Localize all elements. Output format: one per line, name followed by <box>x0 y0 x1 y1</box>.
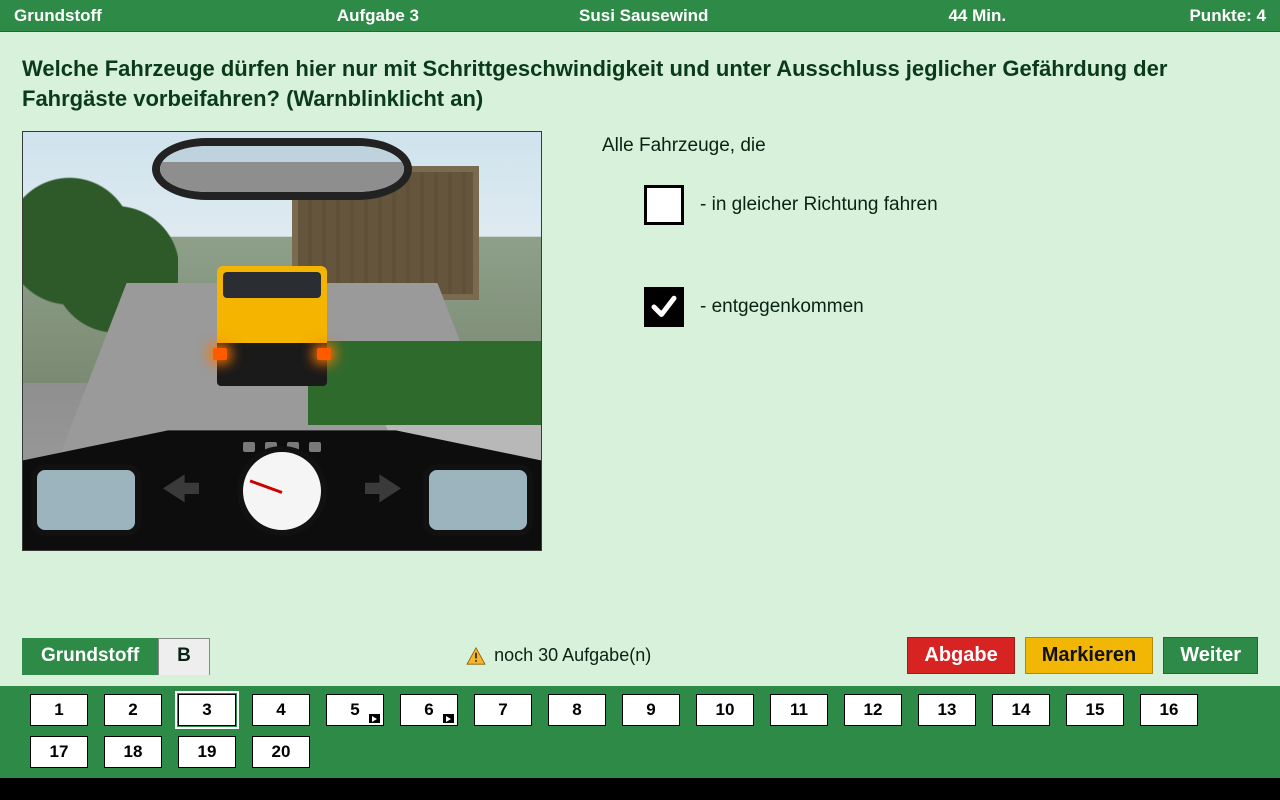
mark-button[interactable]: Markieren <box>1025 637 1154 674</box>
answer-checkbox[interactable] <box>644 185 684 225</box>
content-area: Welche Fahrzeuge dürfen hier nur mit Sch… <box>0 32 1280 686</box>
question-nav-17[interactable]: 17 <box>30 736 88 768</box>
header-points: Punkte: 4 <box>1189 6 1266 26</box>
answer-text: - entgegenkommen <box>700 296 864 318</box>
question-nav-12[interactable]: 12 <box>844 694 902 726</box>
submit-button[interactable]: Abgabe <box>907 637 1014 674</box>
header-time: 44 Min. <box>948 6 1006 26</box>
top-bar: Grundstoff Aufgabe 3 Susi Sausewind 44 M… <box>0 0 1280 32</box>
question-nav-16[interactable]: 16 <box>1140 694 1198 726</box>
question-nav-13[interactable]: 13 <box>918 694 976 726</box>
question-nav-20[interactable]: 20 <box>252 736 310 768</box>
tab-grundstoff[interactable]: Grundstoff <box>22 638 158 675</box>
question-nav-11[interactable]: 11 <box>770 694 828 726</box>
dashboard-icon <box>23 430 541 550</box>
question-nav-1[interactable]: 1 <box>30 694 88 726</box>
question-number-strip: 1234567891011121314151617181920 <box>0 686 1280 778</box>
question-nav-19[interactable]: 19 <box>178 736 236 768</box>
question-nav-14[interactable]: 14 <box>992 694 1050 726</box>
question-nav-9[interactable]: 9 <box>622 694 680 726</box>
question-nav-6[interactable]: 6 <box>400 694 458 726</box>
answer-checkbox[interactable] <box>644 287 684 327</box>
answer-option: - in gleicher Richtung fahren <box>644 185 1258 225</box>
question-nav-4[interactable]: 4 <box>252 694 310 726</box>
rearview-mirror-icon <box>152 138 412 200</box>
answers-lead: Alle Fahrzeuge, die <box>602 135 1258 157</box>
warning-icon <box>466 647 486 665</box>
system-bar <box>0 778 1280 800</box>
question-text: Welche Fahrzeuge dürfen hier nur mit Sch… <box>22 54 1258 113</box>
question-nav-18[interactable]: 18 <box>104 736 162 768</box>
header-user: Susi Sausewind <box>579 6 708 26</box>
question-nav-5[interactable]: 5 <box>326 694 384 726</box>
category-tabs: GrundstoffB <box>22 637 210 674</box>
video-icon <box>443 714 454 723</box>
remaining-text: noch 30 Aufgabe(n) <box>494 645 651 666</box>
bus-icon <box>217 266 327 386</box>
question-nav-2[interactable]: 2 <box>104 694 162 726</box>
header-category: Grundstoff <box>14 6 102 26</box>
question-nav-10[interactable]: 10 <box>696 694 754 726</box>
question-nav-8[interactable]: 8 <box>548 694 606 726</box>
question-nav-15[interactable]: 15 <box>1066 694 1124 726</box>
footer-row: GrundstoffB noch 30 Aufgabe(n) Abgabe Ma… <box>22 629 1258 674</box>
answer-option: - entgegenkommen <box>644 287 1258 327</box>
question-nav-7[interactable]: 7 <box>474 694 532 726</box>
question-image[interactable] <box>22 131 542 551</box>
answer-text: - in gleicher Richtung fahren <box>700 194 938 216</box>
tab-b[interactable]: B <box>158 638 210 675</box>
video-icon <box>369 714 380 723</box>
answers-block: Alle Fahrzeuge, die - in gleicher Richtu… <box>602 131 1258 551</box>
next-button[interactable]: Weiter <box>1163 637 1258 674</box>
header-task: Aufgabe 3 <box>337 6 419 26</box>
remaining-indicator: noch 30 Aufgabe(n) <box>466 645 651 666</box>
question-nav-3[interactable]: 3 <box>178 694 236 726</box>
